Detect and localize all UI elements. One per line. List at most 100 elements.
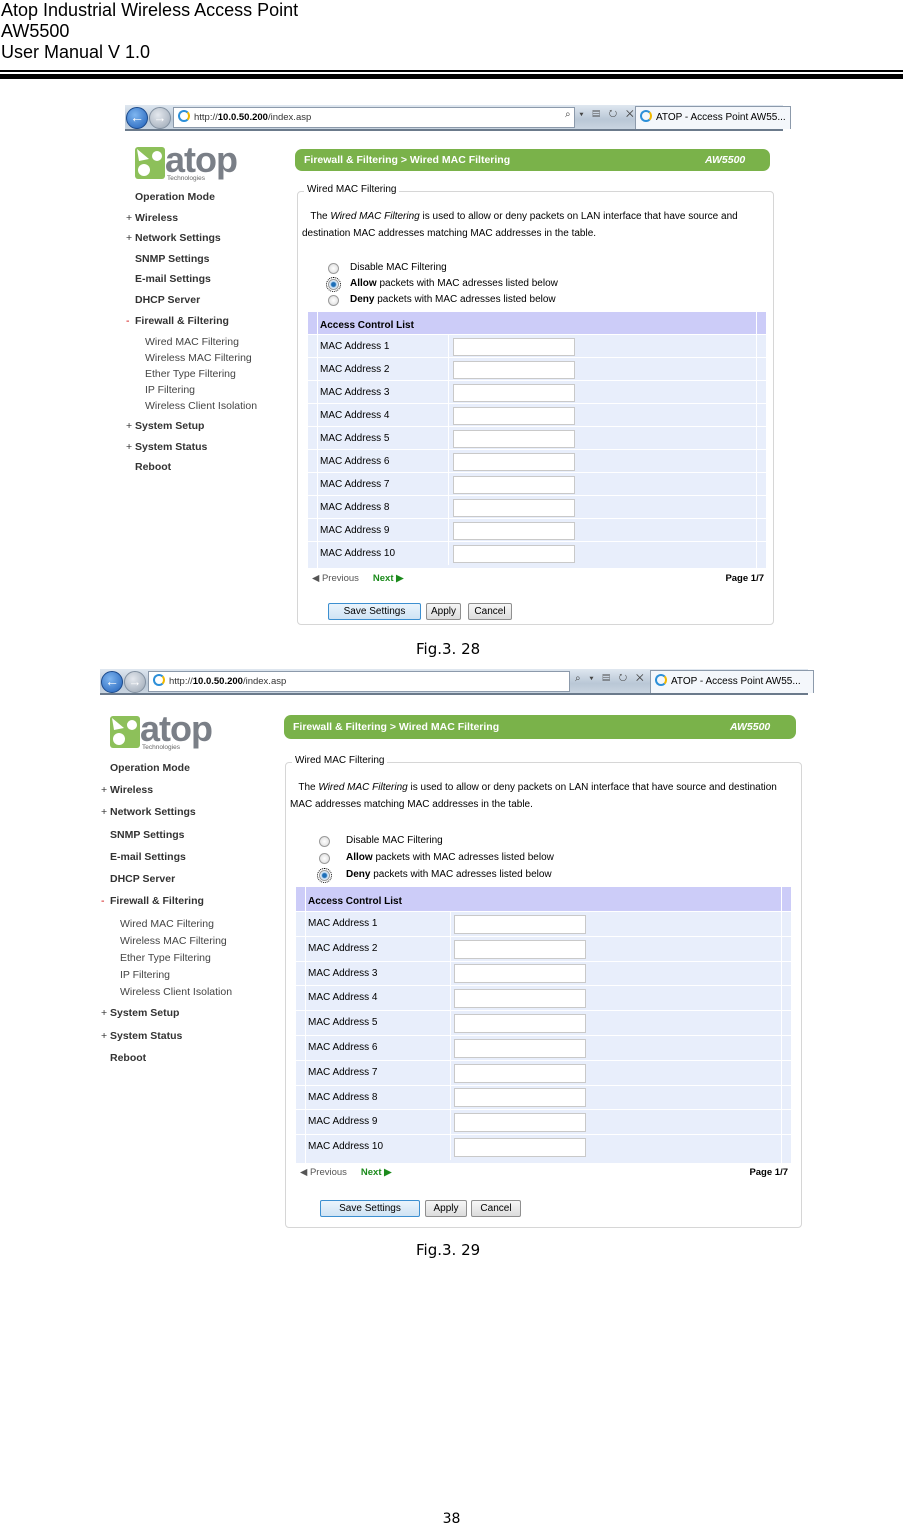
radio-unselected-icon[interactable] xyxy=(319,836,330,847)
sidebar-item-label: System Setup xyxy=(110,1007,180,1020)
sidebar-subitem-ether-type-filtering[interactable]: Ether Type Filtering xyxy=(120,952,211,964)
radio-unselected-icon[interactable] xyxy=(319,853,330,864)
figure-3-29-screenshot: ← → http://10.0.50.200/index.asp ⌕ ▾ ▤ ↻… xyxy=(100,669,814,1229)
mac-address-input-9[interactable] xyxy=(453,521,575,540)
address-bar[interactable]: http://10.0.50.200/index.asp xyxy=(148,671,570,692)
mac-address-input-5[interactable] xyxy=(453,429,575,448)
sidebar-item-operation-mode[interactable]: Operation Mode xyxy=(101,762,190,774)
sidebar-item-reboot[interactable]: Reboot xyxy=(101,1052,146,1064)
sidebar-item-e-mail-settings[interactable]: E-mail Settings xyxy=(126,273,211,285)
sidebar-item-operation-mode[interactable]: Operation Mode xyxy=(126,191,215,203)
table-left-border xyxy=(317,312,318,568)
sidebar-item-label: System Status xyxy=(110,1029,183,1042)
sidebar-item-system-status[interactable]: + System Status xyxy=(126,441,207,453)
sidebar-subitem-wireless-client-isolation[interactable]: Wireless Client Isolation xyxy=(145,400,257,412)
sidebar-item-network-settings[interactable]: + Network Settings xyxy=(126,232,221,244)
table-row: MAC Address 7 xyxy=(296,1059,791,1086)
sidebar-item-dhcp-server[interactable]: DHCP Server xyxy=(101,873,175,885)
sidebar-item-label: System Setup xyxy=(135,420,205,433)
mac-address-input-6[interactable] xyxy=(454,1038,586,1058)
mac-address-input-2[interactable] xyxy=(454,939,586,959)
sidebar-item-dhcp-server[interactable]: DHCP Server xyxy=(126,294,200,306)
apply-button[interactable]: Apply xyxy=(425,1200,467,1217)
back-button[interactable]: ← xyxy=(126,107,148,129)
mac-address-input-2[interactable] xyxy=(453,360,575,379)
sidebar-item-network-settings[interactable]: + Network Settings xyxy=(101,806,196,818)
forward-button[interactable]: → xyxy=(124,671,146,693)
address-tools-icons[interactable]: ⌕ ▾ ▤ ↻ ✕ xyxy=(575,673,647,684)
sidebar-subitem-wired-mac-filtering[interactable]: Wired MAC Filtering xyxy=(145,336,239,348)
radio-selected-icon[interactable] xyxy=(326,277,341,292)
sidebar-subitem-ip-filtering[interactable]: IP Filtering xyxy=(120,969,170,981)
sidebar-item-wireless[interactable]: + Wireless xyxy=(126,212,178,224)
cancel-button[interactable]: Cancel xyxy=(468,603,512,620)
sidebar-item-system-status[interactable]: + System Status xyxy=(101,1030,182,1042)
figure-caption: Fig.3. 29 xyxy=(416,1241,481,1259)
mac-address-input-10[interactable] xyxy=(454,1138,586,1158)
sidebar-item-firewall-filtering[interactable]: - Firewall & Filtering xyxy=(126,315,229,327)
page-indicator: Page 1/7 xyxy=(725,573,764,584)
mac-address-input-8[interactable] xyxy=(453,498,575,517)
column-divider xyxy=(448,496,449,519)
sidebar-subitem-wired-mac-filtering[interactable]: Wired MAC Filtering xyxy=(120,918,214,930)
forward-button[interactable]: → xyxy=(149,107,171,129)
mac-address-input-5[interactable] xyxy=(454,1014,586,1034)
mac-address-input-10[interactable] xyxy=(453,544,575,563)
cancel-button[interactable]: Cancel xyxy=(471,1200,521,1217)
sidebar-subitem-ether-type-filtering[interactable]: Ether Type Filtering xyxy=(145,368,236,380)
mac-address-input-8[interactable] xyxy=(454,1088,586,1108)
next-link[interactable]: Next ▶ xyxy=(373,573,404,584)
mac-address-input-3[interactable] xyxy=(453,383,575,402)
save-settings-button[interactable]: Save Settings xyxy=(328,603,421,620)
wired-mac-filtering-panel: Wired MAC Filtering The Wired MAC Filter… xyxy=(297,184,774,625)
sidebar-item-firewall-filtering[interactable]: - Firewall & Filtering xyxy=(101,895,204,907)
sidebar-item-snmp-settings[interactable]: SNMP Settings xyxy=(101,829,184,841)
expand-icon: + xyxy=(101,1007,108,1020)
mac-address-input-1[interactable] xyxy=(454,914,586,934)
sidebar-item-wireless[interactable]: + Wireless xyxy=(101,784,153,796)
mac-address-input-6[interactable] xyxy=(453,452,575,471)
sidebar-subitem-wireless-client-isolation[interactable]: Wireless Client Isolation xyxy=(120,986,232,998)
sidebar-item-label: Firewall & Filtering xyxy=(135,314,229,327)
address-bar[interactable]: http://10.0.50.200/index.asp xyxy=(173,107,575,128)
sidebar-item-e-mail-settings[interactable]: E-mail Settings xyxy=(101,851,186,863)
save-settings-button[interactable]: Save Settings xyxy=(320,1200,420,1217)
next-link[interactable]: Next ▶ xyxy=(361,1167,392,1178)
expand-icon: + xyxy=(126,420,133,433)
apply-button[interactable]: Apply xyxy=(426,603,461,620)
mac-address-input-9[interactable] xyxy=(454,1113,586,1133)
table-row: MAC Address 1 xyxy=(296,911,791,937)
radio-selected-icon[interactable] xyxy=(317,868,332,883)
back-button[interactable]: ← xyxy=(101,671,123,693)
mac-address-label: MAC Address 5 xyxy=(320,433,390,444)
sidebar-item-system-setup[interactable]: + System Setup xyxy=(126,420,204,432)
sidebar-item-reboot[interactable]: Reboot xyxy=(126,461,171,473)
sidebar-subitem-wireless-mac-filtering[interactable]: Wireless MAC Filtering xyxy=(145,352,252,364)
radio-unselected-icon[interactable] xyxy=(328,295,339,306)
sidebar-subitem-ip-filtering[interactable]: IP Filtering xyxy=(145,384,195,396)
column-divider xyxy=(450,1085,451,1111)
sidebar-item-snmp-settings[interactable]: SNMP Settings xyxy=(126,253,209,265)
browser-tab[interactable]: ATOP - Access Point AW55... xyxy=(635,106,791,129)
table-row: MAC Address 6 xyxy=(296,1035,791,1061)
address-tools-icons[interactable]: ⌕ ▾ ▤ ↻ ✕ xyxy=(565,109,637,120)
mac-address-input-3[interactable] xyxy=(454,964,586,984)
column-divider xyxy=(450,986,451,1012)
mac-address-input-1[interactable] xyxy=(453,337,575,356)
mac-address-input-4[interactable] xyxy=(453,406,575,425)
mac-address-input-7[interactable] xyxy=(454,1063,586,1083)
mac-address-label: MAC Address 2 xyxy=(308,942,378,954)
browser-tab[interactable]: ATOP - Access Point AW55... xyxy=(650,670,814,693)
previous-link[interactable]: ◀ Previous xyxy=(300,1167,347,1178)
mac-address-label: MAC Address 6 xyxy=(308,1042,378,1053)
sidebar-item-system-setup[interactable]: + System Setup xyxy=(101,1007,179,1019)
mac-address-input-7[interactable] xyxy=(453,475,575,494)
mac-address-input-4[interactable] xyxy=(454,989,586,1009)
radio-unselected-icon[interactable] xyxy=(328,263,339,274)
sidebar-subitem-wireless-mac-filtering[interactable]: Wireless MAC Filtering xyxy=(120,935,227,947)
expand-icon: + xyxy=(101,784,108,797)
atop-logo-mark-icon xyxy=(135,147,165,179)
previous-link[interactable]: ◀ Previous xyxy=(312,573,359,584)
